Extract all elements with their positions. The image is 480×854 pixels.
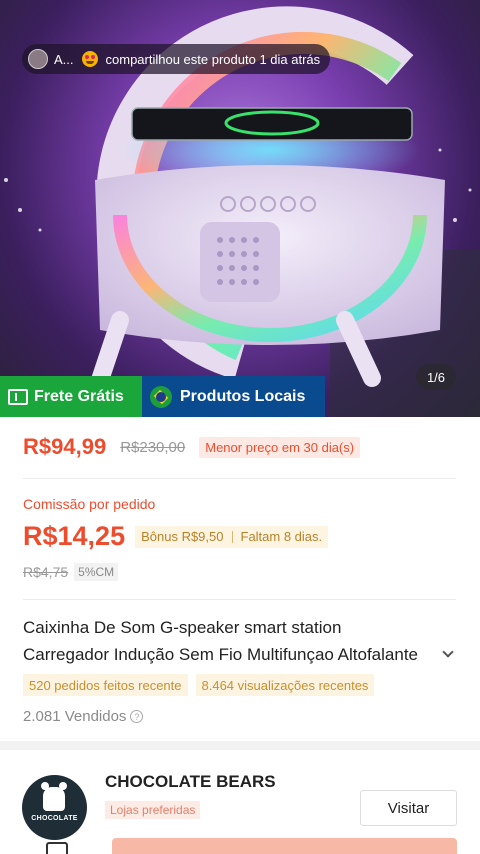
help-icon[interactable]: ? [130,710,144,723]
chevron-down-icon[interactable] [442,646,454,658]
free-shipping-tag: Frete Grátis [0,376,142,417]
commission-label: Comissão por pedido [23,496,156,512]
preferred-shop-tag: Lojas preferidas [105,801,201,819]
divider [23,599,456,600]
bonus-remaining: Faltam 8 dias. [240,529,323,544]
old-commission-value: R$4,75 [23,564,69,580]
local-products-tag: Produtos Locais [142,376,325,417]
share-text-prefix: A... [54,51,74,67]
bonus-separator [231,530,233,543]
shop-avatar[interactable]: CHOCOLATE [22,775,87,840]
product-page: A... compartilhou este produto 1 dia atr… [0,0,480,854]
image-counter: 1/6 [416,364,456,390]
brazil-flag-icon [150,385,172,408]
bottom-action-button[interactable] [112,838,457,854]
product-title[interactable]: Caixinha De Som G-speaker smart station … [23,614,443,668]
bear-logo-icon [41,782,67,811]
share-text: compartilhou este produto 1 dia atrás [105,51,321,67]
product-title-line2: Carregador Indução Sem Fio Multifunçao A… [23,645,419,664]
shop-icon[interactable] [46,842,68,854]
bonus-text: Bônus R$9,50 [141,529,224,544]
heart-eyes-emoji-icon [81,51,98,67]
current-price: R$94,99 [23,434,107,459]
old-commission-rate: 5%CM [74,563,119,581]
product-title-line1: Caixinha De Som G-speaker smart station [23,618,342,637]
local-products-label: Produtos Locais [180,387,306,405]
sold-count-row: 2.081 Vendidos ? [23,708,144,725]
price-row: R$94,99 R$230,00 Menor preço em 30 dia(s… [23,434,361,460]
visit-shop-button[interactable]: Visitar [360,790,457,826]
lowest-price-badge: Menor preço em 30 dia(s) [199,436,361,458]
stats-row: 520 pedidos feitos recente 8.464 visuali… [23,674,375,696]
recent-views-chip: 8.464 visualizações recentes [195,674,375,696]
commission-value: R$14,25 [23,521,126,551]
sharer-avatar [28,49,48,69]
shop-avatar-text: CHOCOLATE [31,815,78,822]
shop-name[interactable]: CHOCOLATE BEARS [105,772,276,792]
bonus-box: Bônus R$9,50 Faltam 8 dias. [135,525,329,548]
old-commission-row: R$4,75 5%CM [23,563,119,581]
section-divider [0,741,480,750]
free-shipping-label: Frete Grátis [34,387,124,405]
original-price: R$230,00 [120,438,186,456]
share-activity-pill: A... compartilhou este produto 1 dia atr… [22,44,331,74]
commission-row: R$14,25 Bônus R$9,50 Faltam 8 dias. [23,521,329,552]
recent-orders-chip: 520 pedidos feitos recente [23,674,188,696]
sold-count: 2.081 Vendidos [23,708,127,725]
divider [23,478,456,479]
product-image-carousel[interactable]: A... compartilhou este produto 1 dia atr… [0,0,480,417]
ticket-icon [8,388,28,405]
